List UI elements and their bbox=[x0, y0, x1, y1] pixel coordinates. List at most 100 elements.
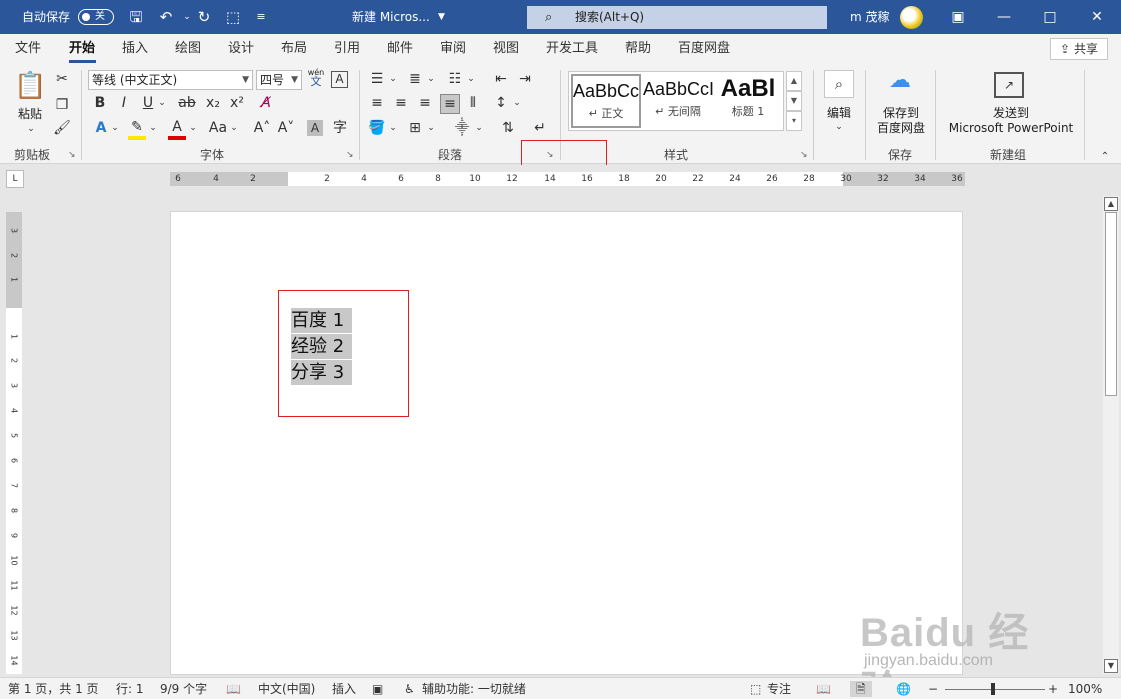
insert-mode[interactable]: 插入 bbox=[332, 681, 356, 697]
powerpoint-send-icon[interactable]: ↗ bbox=[994, 72, 1024, 98]
clear-formatting-icon[interactable]: A̸ bbox=[256, 94, 276, 112]
close-button[interactable]: ✕ bbox=[1074, 0, 1120, 34]
search-box[interactable]: ⌕ 搜索(Alt+Q) bbox=[527, 6, 827, 29]
tab-help[interactable]: 帮助 bbox=[625, 40, 651, 58]
macro-record-icon[interactable]: ▣ bbox=[372, 681, 383, 697]
baidu-netdisk-icon[interactable]: ☁ bbox=[886, 70, 914, 92]
save-to-netdisk-button[interactable]: 保存到 百度网盘 bbox=[872, 106, 930, 136]
user-name[interactable]: m 茂稼 bbox=[850, 0, 890, 34]
bullets-icon[interactable]: ☰ bbox=[368, 70, 386, 88]
tab-view[interactable]: 视图 bbox=[493, 40, 519, 58]
tab-baidu-netdisk[interactable]: 百度网盘 bbox=[678, 40, 730, 58]
distributed-icon[interactable]: ⦀ bbox=[464, 94, 482, 112]
grow-font-icon[interactable]: A˄ bbox=[252, 119, 272, 137]
read-mode-icon[interactable]: 📖 bbox=[816, 681, 831, 697]
highlight-dropdown-icon[interactable]: ⌄ bbox=[148, 119, 158, 137]
touch-mode-icon[interactable]: ⬚ bbox=[222, 7, 244, 27]
underline-dropdown-icon[interactable]: ⌄ bbox=[157, 94, 167, 112]
tab-draw[interactable]: 绘图 bbox=[175, 40, 201, 58]
vertical-ruler[interactable]: 3 2 1 1 2 3 4 5 6 7 8 9 10 11 12 13 14 bbox=[6, 212, 22, 674]
tab-developer[interactable]: 开发工具 bbox=[546, 40, 598, 58]
cut-icon[interactable]: ✂ bbox=[52, 70, 72, 88]
numbering-icon[interactable]: ≣ bbox=[406, 70, 424, 88]
highlight-icon[interactable]: ✎ bbox=[128, 118, 146, 140]
enclose-characters-icon[interactable]: 字 bbox=[331, 119, 349, 137]
web-layout-icon[interactable]: 🌐 bbox=[896, 681, 911, 697]
customize-qat-icon[interactable]: ≡ bbox=[250, 7, 272, 27]
underline-icon[interactable]: U bbox=[140, 94, 156, 112]
show-marks-icon[interactable]: ↵ bbox=[530, 119, 550, 137]
font-name-select[interactable]: 等线 (中文正文) ▼ bbox=[88, 70, 253, 90]
align-left-icon[interactable]: ≡ bbox=[368, 94, 386, 112]
tab-stop-selector[interactable]: L bbox=[6, 170, 24, 188]
share-button[interactable]: ⇪ 共享 bbox=[1050, 38, 1108, 60]
multilevel-list-icon[interactable]: ☷ bbox=[446, 70, 464, 88]
font-launcher-icon[interactable]: ↘ bbox=[346, 150, 354, 160]
tab-home[interactable]: 开始 bbox=[69, 40, 95, 58]
align-right-icon[interactable]: ≡ bbox=[416, 94, 434, 112]
scroll-thumb[interactable] bbox=[1105, 212, 1117, 396]
italic-icon[interactable]: I bbox=[116, 94, 132, 112]
scroll-up-icon[interactable]: ▲ bbox=[1104, 197, 1118, 211]
tab-layout[interactable]: 布局 bbox=[281, 40, 307, 58]
font-color-icon[interactable]: A bbox=[168, 118, 186, 140]
paste-dropdown-icon[interactable]: ⌄ bbox=[26, 120, 36, 138]
shading-icon[interactable]: 🪣 bbox=[368, 119, 386, 137]
tab-insert[interactable]: 插入 bbox=[122, 40, 148, 58]
collapse-ribbon-icon[interactable]: ⌃ bbox=[1098, 148, 1112, 166]
numbering-dropdown-icon[interactable]: ⌄ bbox=[426, 70, 436, 88]
format-painter-icon[interactable]: 🖌 bbox=[52, 119, 72, 137]
accessibility-icon[interactable]: ♿ bbox=[404, 681, 415, 697]
zoom-in-icon[interactable]: + bbox=[1048, 681, 1058, 697]
proofing-icon[interactable]: 📖 bbox=[226, 681, 241, 697]
decrease-indent-icon[interactable]: ⇤ bbox=[492, 70, 510, 88]
style-normal[interactable]: AaBbCcI ↵ 正文 bbox=[571, 74, 641, 128]
chinese-layout-dropdown-icon[interactable]: ⌄ bbox=[474, 119, 484, 137]
justify-icon[interactable]: ≡ bbox=[440, 94, 460, 114]
superscript-icon[interactable]: x² bbox=[228, 94, 246, 112]
autosave-toggle[interactable]: 关 bbox=[78, 9, 114, 25]
strikethrough-icon[interactable]: ab bbox=[176, 94, 198, 112]
tab-references[interactable]: 引用 bbox=[334, 40, 360, 58]
avatar[interactable] bbox=[900, 6, 923, 29]
font-color-dropdown-icon[interactable]: ⌄ bbox=[188, 119, 198, 137]
ribbon-display-options-icon[interactable]: ▣ bbox=[935, 0, 981, 34]
phonetic-guide-button[interactable]: wén 文 bbox=[306, 68, 326, 87]
change-case-dropdown-icon[interactable]: ⌄ bbox=[229, 119, 239, 137]
align-center-icon[interactable]: ≡ bbox=[392, 94, 410, 112]
find-icon[interactable]: ⌕ bbox=[824, 70, 854, 98]
minimize-button[interactable]: — bbox=[981, 0, 1027, 34]
tab-file[interactable]: 文件 bbox=[15, 40, 41, 58]
scroll-down-icon[interactable]: ▼ bbox=[1104, 659, 1118, 673]
focus-mode[interactable]: 专注 bbox=[767, 681, 791, 697]
zoom-slider-thumb[interactable] bbox=[991, 683, 995, 695]
line-number[interactable]: 行: 1 bbox=[116, 681, 144, 697]
send-to-powerpoint-button[interactable]: 发送到 Microsoft PowerPoint bbox=[944, 106, 1078, 136]
clipboard-launcher-icon[interactable]: ↘ bbox=[68, 150, 76, 160]
title-dropdown-icon[interactable]: ▼ bbox=[438, 0, 445, 34]
borders-dropdown-icon[interactable]: ⌄ bbox=[426, 119, 436, 137]
character-shading-icon[interactable]: A bbox=[307, 120, 323, 136]
bold-icon[interactable]: B bbox=[92, 94, 108, 112]
styles-more-icon[interactable]: ▾ bbox=[786, 111, 802, 131]
chinese-layout-icon[interactable]: ⸎ bbox=[452, 119, 472, 137]
tab-review[interactable]: 审阅 bbox=[440, 40, 466, 58]
font-size-select[interactable]: 四号 ▼ bbox=[256, 70, 302, 90]
text-effects-dropdown-icon[interactable]: ⌄ bbox=[110, 119, 120, 137]
subscript-icon[interactable]: x₂ bbox=[204, 94, 222, 112]
sort-icon[interactable]: ⇅ bbox=[498, 119, 518, 137]
page-count[interactable]: 第 1 页，共 1 页 bbox=[8, 681, 99, 697]
style-no-spacing[interactable]: AaBbCcI ↵ 无间隔 bbox=[643, 74, 713, 128]
horizontal-ruler[interactable]: 6 4 2 2 4 6 8 10 12 14 16 18 20 22 24 26… bbox=[170, 172, 965, 186]
bullets-dropdown-icon[interactable]: ⌄ bbox=[388, 70, 398, 88]
increase-indent-icon[interactable]: ⇥ bbox=[516, 70, 534, 88]
tab-design[interactable]: 设计 bbox=[228, 40, 254, 58]
document-page[interactable]: 百度 1 经验 2 分享 3 bbox=[170, 211, 963, 675]
tab-mailings[interactable]: 邮件 bbox=[387, 40, 413, 58]
editing-dropdown-icon[interactable]: ⌄ bbox=[834, 118, 844, 136]
borders-icon[interactable]: ⊞ bbox=[406, 119, 424, 137]
save-icon[interactable]: 🖫 bbox=[125, 7, 147, 27]
zoom-out-icon[interactable]: − bbox=[928, 681, 938, 697]
multilevel-dropdown-icon[interactable]: ⌄ bbox=[466, 70, 476, 88]
style-heading-1[interactable]: AaBl 标题 1 bbox=[715, 74, 781, 128]
